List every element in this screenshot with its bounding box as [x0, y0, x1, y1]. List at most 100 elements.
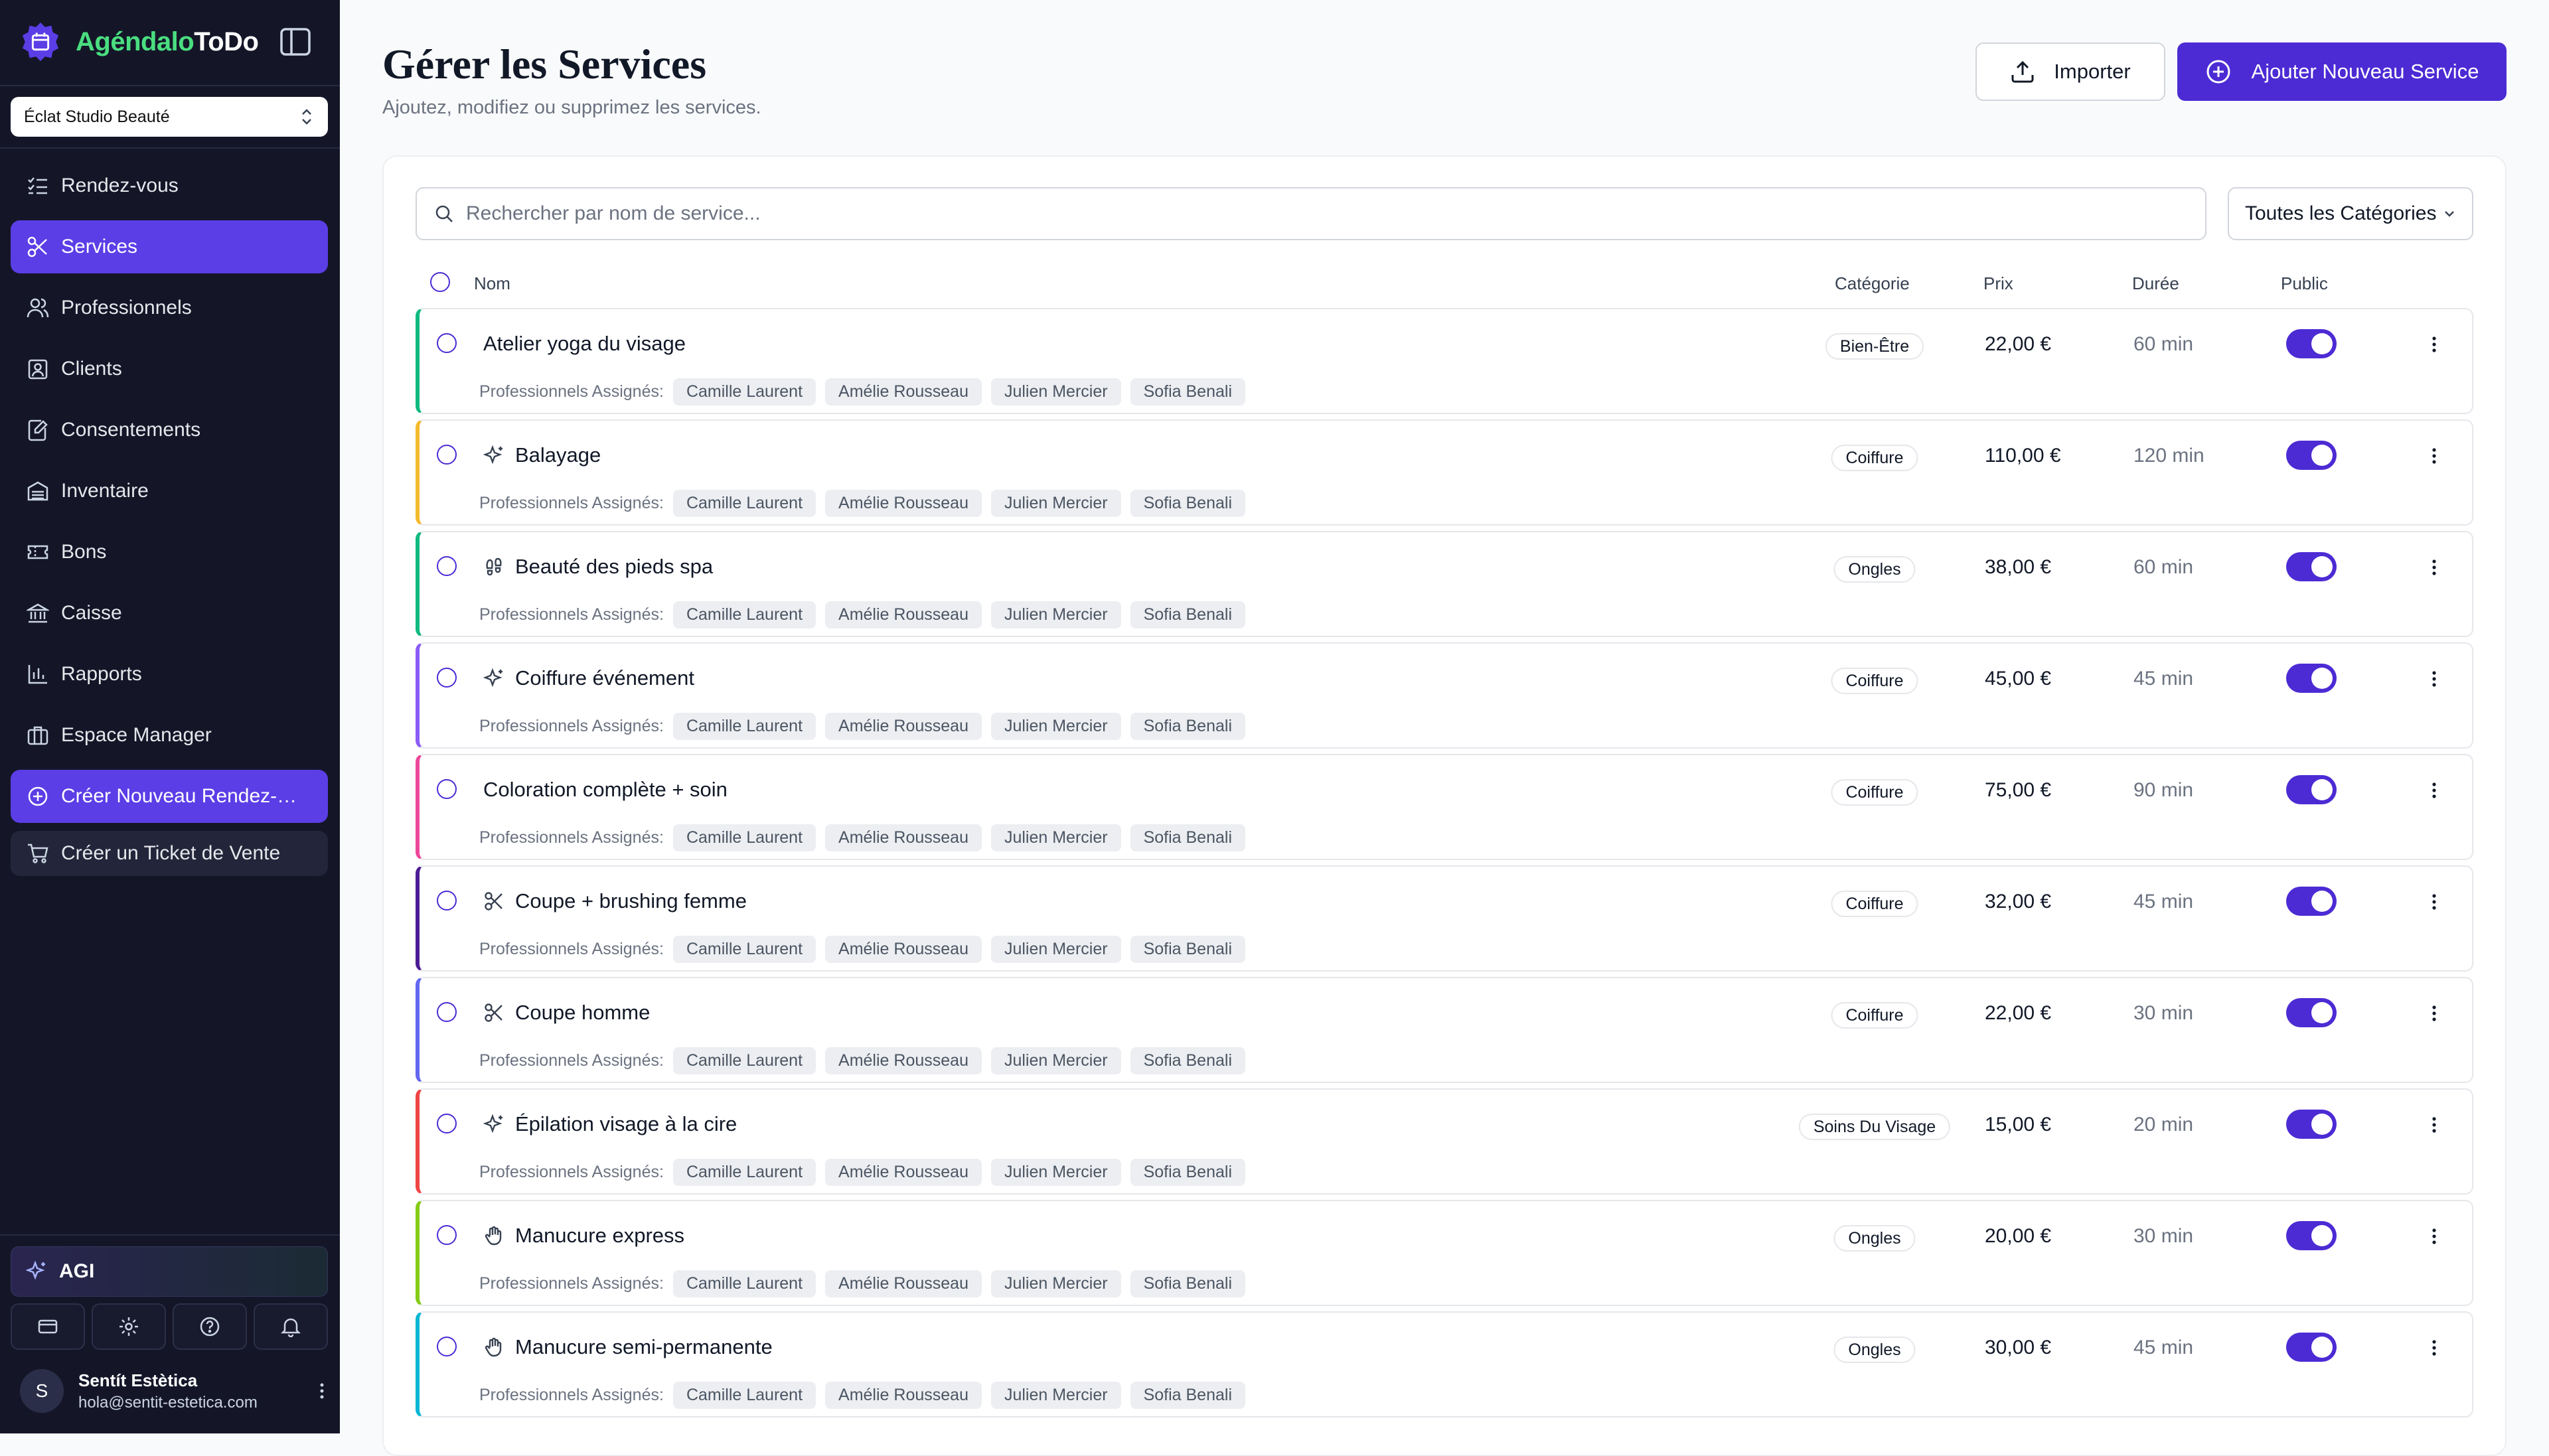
service-row[interactable]: Coiffure événement Professionnels Assign… — [416, 642, 2473, 749]
assigned-professionals: Professionnels Assignés: Camille Laurent A… — [479, 490, 1246, 517]
public-toggle[interactable] — [2286, 441, 2337, 470]
sidebar-item-clients[interactable]: Clients — [11, 342, 328, 396]
sidebar-item-professionnels[interactable]: Professionnels — [11, 281, 328, 334]
sidebar-item-consentements[interactable]: Consentements — [11, 403, 328, 457]
more-vertical-icon[interactable] — [2431, 780, 2437, 800]
more-vertical-icon[interactable] — [2431, 1338, 2437, 1358]
row-checkbox[interactable] — [437, 668, 457, 688]
bar-chart-icon — [28, 665, 47, 684]
service-row[interactable]: Coloration complète + soin Professionnel… — [416, 754, 2473, 860]
service-row[interactable]: Balayage Professionnels Assignés: Camille… — [416, 419, 2473, 526]
more-vertical-icon[interactable] — [2431, 557, 2437, 577]
more-vertical-icon[interactable] — [2431, 1003, 2437, 1023]
service-price: 22,00 € — [1985, 333, 2052, 355]
organization-select-value: Éclat Studio Beauté — [24, 107, 170, 126]
category-badge: Bien-Être — [1825, 333, 1924, 360]
service-row[interactable]: Manucure express Professionnels Assignés… — [416, 1200, 2473, 1306]
row-checkbox[interactable] — [437, 445, 457, 465]
more-vertical-icon[interactable] — [2431, 1115, 2437, 1135]
sidebar-item-espace-manager[interactable]: Espace Manager — [11, 709, 328, 762]
row-checkbox[interactable] — [437, 556, 457, 576]
row-checkbox[interactable] — [437, 1114, 457, 1133]
professional-tag: Amélie Rousseau — [825, 378, 982, 405]
sidebar-item-label: Rendez-vous — [61, 175, 179, 196]
more-vertical-icon[interactable] — [319, 1381, 325, 1401]
service-row[interactable]: Coupe homme Professionnels Assignés: Cami… — [416, 977, 2473, 1083]
professional-tag: Amélie Rousseau — [825, 713, 982, 740]
add-service-label: Ajouter Nouveau Service — [2251, 60, 2479, 83]
user-profile[interactable]: S Sentít Estètica hola@sentit-estetica.c… — [20, 1364, 325, 1418]
professional-tag: Camille Laurent — [672, 824, 816, 851]
billing-button[interactable] — [11, 1303, 85, 1350]
professional-tag: Sofia Benali — [1130, 378, 1246, 405]
chevron-down-icon — [2444, 211, 2454, 217]
sparkles-icon — [483, 1114, 504, 1135]
public-toggle[interactable] — [2286, 664, 2337, 693]
service-name: Beauté des pieds spa — [515, 555, 714, 578]
assigned-label: Professionnels Assignés: — [479, 382, 664, 401]
create-sales-ticket-button[interactable]: Créer un Ticket de Vente — [11, 831, 328, 876]
service-row[interactable]: Atelier yoga du visage Professionnels As… — [416, 308, 2473, 414]
category-badge: Coiffure — [1831, 779, 1918, 806]
public-toggle[interactable] — [2286, 775, 2337, 804]
public-toggle[interactable] — [2286, 1333, 2337, 1362]
divider — [0, 1234, 340, 1236]
import-button[interactable]: Importer — [1975, 42, 2165, 101]
sidebar-item-bons[interactable]: Bons — [11, 526, 328, 579]
service-name: Coupe homme — [515, 1001, 651, 1024]
agi-button[interactable]: AGI — [11, 1246, 328, 1297]
select-all-checkbox[interactable] — [430, 272, 450, 292]
public-toggle[interactable] — [2286, 1221, 2337, 1250]
public-toggle[interactable] — [2286, 329, 2337, 358]
list-checks-icon — [28, 177, 47, 194]
service-name: Coloration complète + soin — [483, 778, 728, 801]
sidebar-toggle-icon[interactable] — [279, 27, 312, 57]
add-service-button[interactable]: Ajouter Nouveau Service — [2177, 42, 2507, 101]
row-checkbox[interactable] — [437, 891, 457, 910]
professional-tag: Sofia Benali — [1130, 1159, 1246, 1186]
sidebar-item-services[interactable]: Services — [11, 220, 328, 273]
table-header: Nom Catégorie Prix Durée Public — [416, 267, 2473, 303]
public-toggle[interactable] — [2286, 552, 2337, 581]
help-button[interactable] — [173, 1303, 247, 1350]
settings-button[interactable] — [92, 1303, 166, 1350]
service-row[interactable]: Beauté des pieds spa Professionnels Assi… — [416, 531, 2473, 637]
user-info: Sentít Estètica hola@sentit-estetica.com — [78, 1370, 258, 1412]
search-input[interactable]: Rechercher par nom de service... — [416, 187, 2206, 240]
category-filter-select[interactable]: Toutes les Catégories — [2228, 187, 2473, 240]
row-checkbox[interactable] — [437, 333, 457, 353]
public-toggle[interactable] — [2286, 887, 2337, 916]
row-checkbox[interactable] — [437, 1002, 457, 1022]
public-toggle[interactable] — [2286, 998, 2337, 1027]
category-badge: Coiffure — [1831, 445, 1918, 471]
brand[interactable]: AgéndaloToDo — [20, 19, 259, 65]
row-checkbox[interactable] — [437, 1337, 457, 1356]
sidebar-item-rapports[interactable]: Rapports — [11, 648, 328, 701]
sidebar-item-label: Services — [61, 236, 138, 257]
agi-label: AGI — [59, 1260, 95, 1282]
service-row[interactable]: Coupe + brushing femme Professionnels As… — [416, 865, 2473, 972]
more-vertical-icon[interactable] — [2431, 892, 2437, 912]
sidebar-item-caisse[interactable]: Caisse — [11, 587, 328, 640]
professional-tag: Sofia Benali — [1130, 601, 1246, 628]
service-row[interactable]: Manucure semi-permanente Professionnels … — [416, 1311, 2473, 1418]
service-row[interactable]: Épilation visage à la cire Professionnel… — [416, 1088, 2473, 1195]
row-checkbox[interactable] — [437, 779, 457, 799]
plus-circle-icon — [2206, 60, 2230, 84]
notifications-button[interactable] — [254, 1303, 328, 1350]
more-vertical-icon[interactable] — [2431, 1226, 2437, 1246]
professional-tag: Amélie Rousseau — [825, 490, 982, 517]
more-vertical-icon[interactable] — [2431, 334, 2437, 354]
public-toggle[interactable] — [2286, 1110, 2337, 1139]
professional-tag: Amélie Rousseau — [825, 1270, 982, 1297]
sidebar-item-inventaire[interactable]: Inventaire — [11, 465, 328, 518]
service-name-cell: Épilation visage à la cire — [483, 1112, 737, 1136]
sidebar-item-rendez-vous[interactable]: Rendez-vous — [11, 159, 328, 212]
scissors-icon — [483, 1002, 504, 1023]
create-appointment-label: Créer Nouveau Rendez-vous — [61, 785, 307, 807]
more-vertical-icon[interactable] — [2431, 669, 2437, 689]
row-checkbox[interactable] — [437, 1225, 457, 1245]
organization-select[interactable]: Éclat Studio Beauté — [11, 97, 328, 137]
create-appointment-button[interactable]: Créer Nouveau Rendez-vous — [11, 770, 328, 823]
more-vertical-icon[interactable] — [2431, 446, 2437, 466]
